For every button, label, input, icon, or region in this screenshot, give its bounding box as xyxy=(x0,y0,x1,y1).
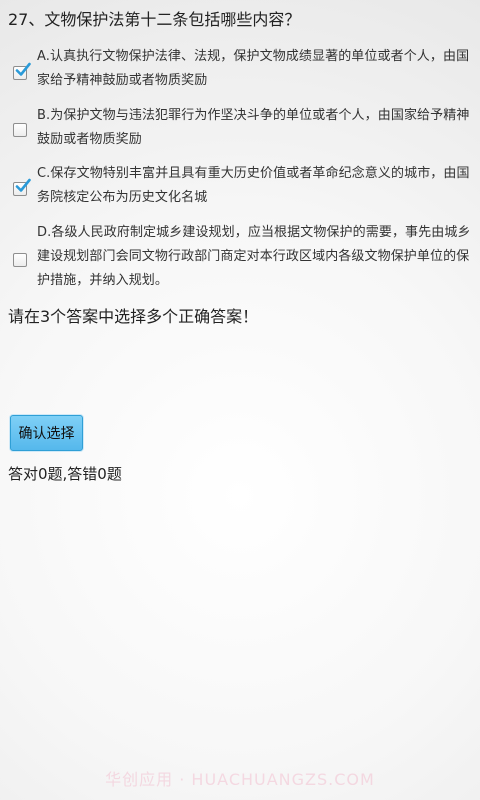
checkbox-a[interactable] xyxy=(13,62,31,80)
option-d[interactable]: D.各级人民政府制定城乡建设规划，应当根据文物保护的需要，事先由城乡建设规划部门… xyxy=(0,221,480,293)
option-c[interactable]: C.保存文物特别丰富并且具有重大历史价值或者革命纪念意义的城市，由国务院核定公布… xyxy=(0,162,480,212)
option-a-label: A.认真执行文物保护法律、法规，保护文物成绩显著的单位或者个人，由国家给予精神鼓… xyxy=(37,49,470,88)
check-icon xyxy=(15,178,31,192)
checkbox-c[interactable] xyxy=(13,178,31,196)
watermark: 华创应用 · HUACHUANGZS.COM xyxy=(105,770,375,789)
checkbox-b[interactable] xyxy=(13,123,27,137)
option-b-label: B.为保护文物与违法犯罪行为作坚决斗争的单位或者个人，由国家给予精神鼓励或者物质… xyxy=(37,108,470,147)
option-d-label: D.各级人民政府制定城乡建设规划，应当根据文物保护的需要，事先由城乡建设规划部门… xyxy=(37,225,471,288)
option-b[interactable]: B.为保护文物与违法犯罪行为作坚决斗争的单位或者个人，由国家给予精神鼓励或者物质… xyxy=(0,104,480,154)
score-text: 答对0题,答错0题 xyxy=(8,465,122,483)
option-c-label: C.保存文物特别丰富并且具有重大历史价值或者革命纪念意义的城市，由国务院核定公布… xyxy=(37,166,470,205)
option-a[interactable]: A.认真执行文物保护法律、法规，保护文物成绩显著的单位或者个人，由国家给予精神鼓… xyxy=(0,43,480,93)
question-title: 27、文物保护法第十二条包括哪些内容？ xyxy=(8,10,301,29)
hint-text: 请在3个答案中选择多个正确答案！ xyxy=(8,307,259,326)
checkbox-d[interactable] xyxy=(13,253,27,267)
confirm-button[interactable]: 确认选择 xyxy=(10,415,83,451)
check-icon xyxy=(15,62,31,76)
